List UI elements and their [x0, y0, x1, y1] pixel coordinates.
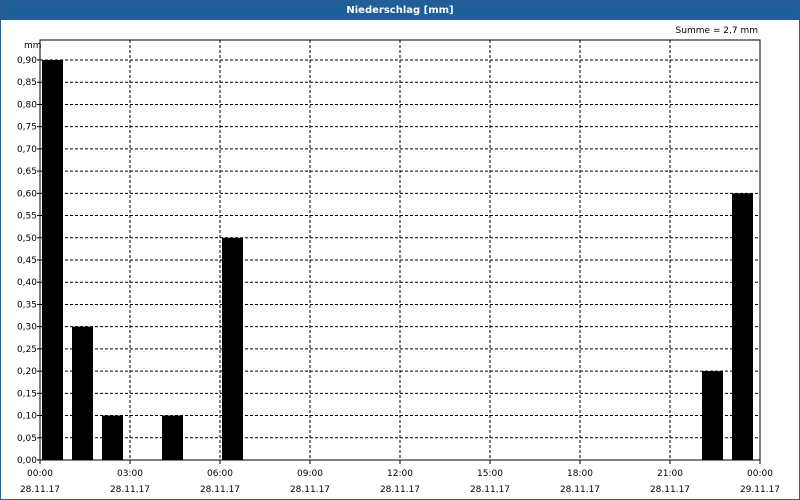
x-tick-time-label: 06:00	[207, 469, 233, 479]
precipitation-chart: 0,00 0,05 0,10 0,15 0,20 0,25 0,30 0,35 0,40 0,45…	[17, 39, 780, 495]
y-tick-label: 0,35	[17, 300, 37, 310]
y-axis-unit-label: mm	[24, 41, 42, 51]
y-tick-label: 0,20	[17, 367, 37, 377]
y-tick-label: 0,55	[17, 212, 37, 222]
x-tick-time-label: 09:00	[297, 469, 323, 479]
precipitation-bar	[222, 237, 243, 460]
y-tick-label: 0,45	[17, 256, 37, 266]
precipitation-bar	[42, 60, 63, 460]
y-tick-label: 0,40	[17, 278, 37, 288]
precipitation-bar	[162, 415, 183, 460]
y-tick-label: 0,65	[17, 167, 37, 177]
y-tick-label: 0,05	[17, 434, 37, 444]
y-tick-label: 0,80	[17, 100, 37, 110]
precipitation-bar	[102, 415, 123, 460]
y-tick-label: 0,00	[17, 456, 37, 466]
y-tick-label: 0,10	[17, 412, 37, 422]
x-tick-date-label: 28.11.17	[470, 485, 510, 495]
y-tick-label: 0,30	[17, 323, 37, 333]
y-tick-label: 0,75	[17, 123, 37, 133]
y-tick-label: 0,25	[17, 345, 37, 355]
precipitation-bar	[732, 193, 753, 461]
y-tick-label: 0,85	[17, 78, 37, 88]
x-tick-time-label: 00:00	[747, 469, 773, 479]
y-tick-label: 0,60	[17, 189, 37, 199]
x-tick-time-label: 18:00	[567, 469, 593, 479]
grid	[40, 40, 760, 460]
axes: 0,00 0,05 0,10 0,15 0,20 0,25 0,30 0,35 0,40 0,45…	[17, 39, 780, 495]
precipitation-bar	[702, 371, 723, 460]
x-tick-date-label: 28.11.17	[560, 485, 600, 495]
x-tick-time-label: 15:00	[477, 469, 503, 479]
x-tick-date-label: 28.11.17	[290, 485, 330, 495]
y-tick-label: 0,90	[17, 56, 37, 66]
x-tick-time-label: 03:00	[117, 469, 143, 479]
x-tick-date-label: 28.11.17	[650, 485, 690, 495]
y-tick-label: 0,50	[17, 234, 37, 244]
x-tick-date-label: 28.11.17	[110, 485, 150, 495]
y-tick-label: 0,70	[17, 145, 37, 155]
precipitation-bar	[72, 326, 93, 460]
x-tick-date-label: 28.11.17	[380, 485, 420, 495]
x-tick-time-label: 00:00	[27, 469, 53, 479]
x-tick-time-label: 12:00	[387, 469, 413, 479]
x-tick-date-label: 29.11.17	[740, 485, 780, 495]
x-tick-time-label: 21:00	[657, 469, 683, 479]
x-tick-date-label: 28.11.17	[200, 485, 240, 495]
y-tick-label: 0,15	[17, 389, 37, 399]
x-tick-date-label: 28.11.17	[20, 485, 60, 495]
